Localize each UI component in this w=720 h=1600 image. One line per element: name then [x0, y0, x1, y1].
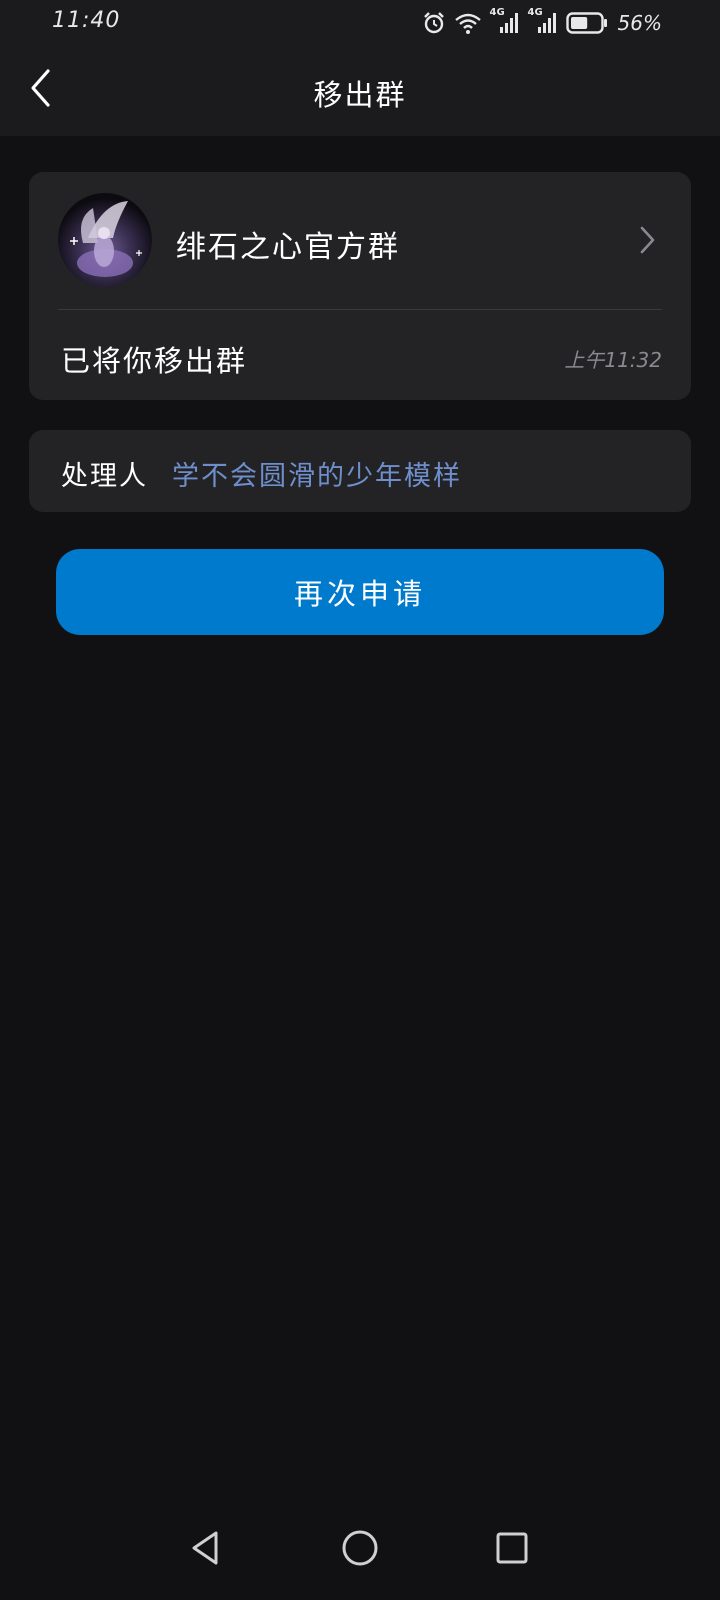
handler-card: 处理人 学不会圆滑的少年模样	[29, 430, 691, 512]
network-type-1: 4G	[489, 7, 505, 18]
group-row[interactable]: 绯石之心官方群	[29, 172, 691, 308]
divider	[58, 309, 662, 310]
recents-square-icon	[492, 1528, 532, 1572]
group-avatar	[58, 193, 152, 287]
status-icons: 4G 4G 56%	[422, 7, 662, 36]
nav-recents-button[interactable]	[484, 1522, 540, 1578]
group-name: 绯石之心官方群	[176, 230, 400, 265]
signal-icon: 4G	[528, 7, 558, 35]
group-card: 绯石之心官方群 已将你移出群 上午11:32	[29, 172, 691, 400]
page-title: 移出群	[313, 78, 407, 112]
removal-message: 已将你移出群	[61, 344, 248, 378]
alarm-icon	[422, 11, 446, 35]
battery-percent: 56%	[617, 11, 662, 35]
signal-icon: 4G	[490, 7, 520, 35]
wifi-icon	[454, 11, 482, 35]
status-bar: 11:40 4G 4G 56%	[0, 0, 720, 46]
back-triangle-icon	[186, 1528, 226, 1572]
reapply-button[interactable]: 再次申请	[56, 549, 664, 635]
handler-label: 处理人	[61, 461, 148, 492]
handler-name-link[interactable]: 学不会圆滑的少年模样	[172, 454, 462, 493]
status-time: 11:40	[52, 8, 121, 33]
chevron-right-icon	[635, 224, 659, 256]
nav-home-button[interactable]	[332, 1522, 388, 1578]
network-type-2: 4G	[527, 7, 543, 18]
screen: 11:40 4G 4G 56% 移出群 绯石之心官方群 已将你移出群 上午11:…	[0, 0, 720, 1600]
header: 移出群	[0, 46, 720, 136]
nav-back-button[interactable]	[178, 1522, 234, 1578]
message-timestamp: 上午11:32	[564, 348, 662, 372]
navigation-bar	[0, 1500, 720, 1600]
battery-icon	[565, 11, 608, 35]
home-circle-icon	[340, 1528, 380, 1572]
